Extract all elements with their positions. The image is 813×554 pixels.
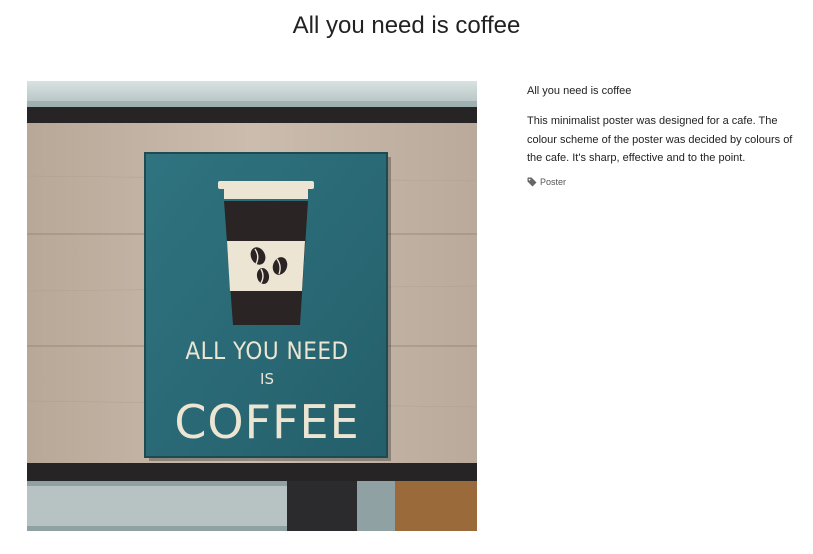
- item-details: All you need is coffee This minimalist p…: [527, 84, 802, 187]
- page-title: All you need is coffee: [292, 12, 521, 39]
- tag-icon: [527, 177, 537, 186]
- poster-text-line2: IS: [260, 370, 274, 388]
- poster-text-line3: COFFEE: [174, 395, 359, 449]
- tag-label: Poster: [540, 176, 567, 187]
- poster-photo: ALL YOU NEED IS COFFEE: [27, 81, 477, 531]
- item-description: This minimalist poster was designed for …: [527, 115, 793, 164]
- tag-poster[interactable]: Poster: [527, 177, 802, 187]
- poster-text-line1: ALL YOU NEED: [185, 337, 348, 365]
- item-title: All you need is coffee: [527, 85, 632, 97]
